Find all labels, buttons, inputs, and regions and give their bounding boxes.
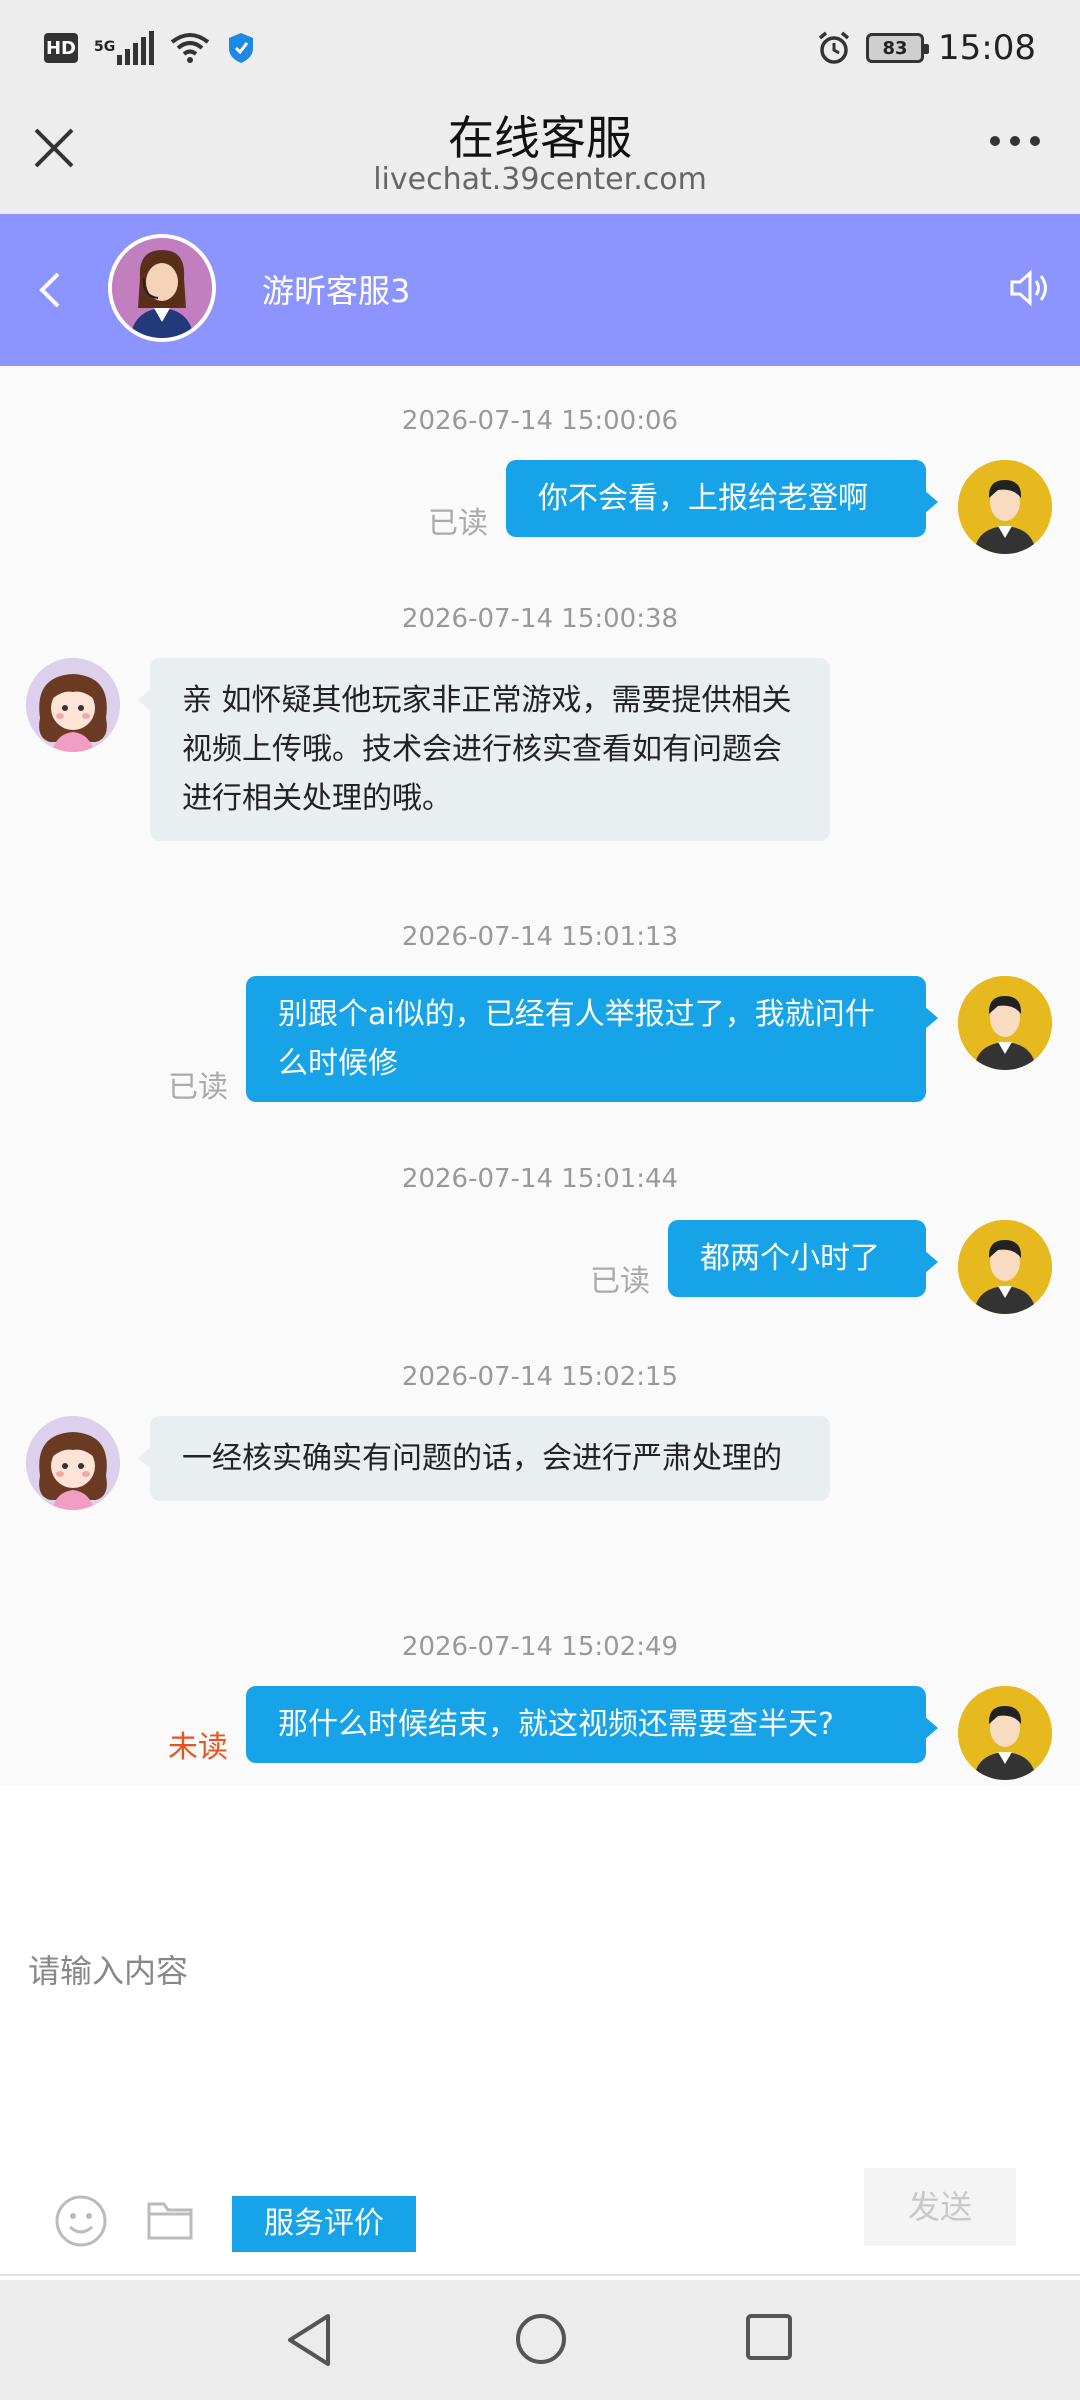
- read-status: 已读: [428, 506, 488, 541]
- agent-message-avatar: [26, 1416, 120, 1510]
- wifi-icon: [171, 33, 210, 63]
- message-bubble-agent[interactable]: 一经核实确实有问题的话，会进行严肃处理的: [138, 1416, 830, 1501]
- agent-message-avatar: [26, 658, 120, 752]
- message-input[interactable]: 请输入内容: [28, 1946, 188, 1992]
- nav-home-icon[interactable]: [514, 2312, 568, 2366]
- emoji-icon[interactable]: [54, 2194, 108, 2248]
- message-bubble-user[interactable]: 你不会看，上报给老登啊: [506, 460, 938, 537]
- message-timestamp: 2026-07-14 15:00:06: [401, 406, 679, 436]
- battery-icon: 83: [866, 33, 930, 63]
- system-nav-bar: [0, 2280, 1080, 2400]
- signal-icon: 5G: [94, 31, 155, 65]
- title-bar: 在线客服 livechat.39center.com: [0, 96, 1080, 214]
- clock: 15:08: [938, 28, 1036, 68]
- status-left: HD 5G: [44, 31, 256, 65]
- agent-header: 游昕客服3: [0, 214, 1080, 366]
- agent-avatar: [108, 234, 216, 342]
- page-title: 在线客服: [448, 111, 632, 165]
- message-bubble-user[interactable]: 那什么时候结束，就这视频还需要查半天?: [246, 1686, 938, 1763]
- agent-name: 游昕客服3: [262, 272, 411, 310]
- nav-back-icon[interactable]: [282, 2310, 338, 2370]
- service-rating-button[interactable]: 服务评价: [232, 2196, 416, 2252]
- user-avatar: [958, 460, 1052, 554]
- read-status: 已读: [168, 1070, 228, 1105]
- hd-badge: HD: [44, 33, 78, 63]
- status-bar: HD 5G 83 15:08: [0, 0, 1080, 96]
- alarm-icon: [818, 31, 850, 64]
- message-timestamp: 2026-07-14 15:00:38: [401, 604, 679, 634]
- page-url: livechat.39center.com: [373, 162, 707, 197]
- battery-level: 83: [882, 37, 908, 59]
- divider: [0, 2274, 1080, 2276]
- user-avatar: [958, 1220, 1052, 1314]
- network-type: 5G: [94, 39, 116, 55]
- speaker-icon[interactable]: [1006, 264, 1054, 312]
- user-avatar: [958, 976, 1052, 1070]
- message-timestamp: 2026-07-14 15:01:13: [401, 922, 679, 952]
- chat-list[interactable]: 2026-07-14 15:00:06 已读 你不会看，上报给老登啊 2026-…: [0, 366, 1080, 1786]
- message-composer: 请输入内容 服务评价 发送: [0, 1786, 1080, 2276]
- message-bubble-user[interactable]: 别跟个ai似的，已经有人举报过了，我就问什么时候修: [246, 976, 938, 1102]
- message-timestamp: 2026-07-14 15:02:49: [401, 1632, 679, 1662]
- folder-icon[interactable]: [146, 2198, 194, 2242]
- message-timestamp: 2026-07-14 15:01:44: [401, 1164, 679, 1194]
- back-icon[interactable]: [34, 270, 66, 310]
- message-bubble-user[interactable]: 都两个小时了: [668, 1220, 938, 1297]
- status-right: 83 15:08: [816, 28, 1036, 68]
- message-bubble-agent[interactable]: 亲 如怀疑其他玩家非正常游戏，需要提供相关视频上传哦。技术会进行核实查看如有问题…: [138, 658, 830, 841]
- shield-icon: [229, 33, 254, 63]
- unread-status: 未读: [168, 1730, 228, 1765]
- user-avatar: [958, 1686, 1052, 1780]
- nav-recent-apps-icon[interactable]: [744, 2312, 794, 2362]
- more-options-icon[interactable]: [990, 136, 1040, 146]
- read-status: 已读: [590, 1264, 650, 1299]
- message-timestamp: 2026-07-14 15:02:15: [401, 1362, 679, 1392]
- send-button[interactable]: 发送: [864, 2168, 1016, 2246]
